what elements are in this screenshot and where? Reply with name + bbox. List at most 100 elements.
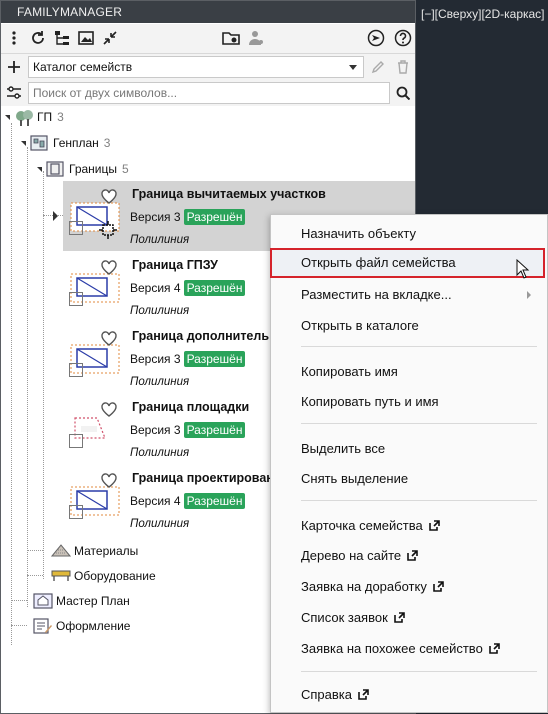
external-link-icon [428,520,440,531]
menu-item-open-family-file[interactable]: Открыть файл семейства [270,248,545,278]
chevron-down-icon [349,65,357,70]
search-input[interactable]: Поиск от двух символов... [28,82,390,104]
favorite-heart-icon[interactable] [101,189,117,204]
tree-node-label: Мастер План [56,594,130,608]
menu-item-label: Выделить все [301,441,386,456]
family-type: Полилиния [130,305,190,317]
family-manager-panel: FAMILYMANAGER Каталог семейств Поиск от … [0,0,548,714]
menu-item-request-list[interactable]: Список заявок [271,603,547,631]
favorite-heart-icon[interactable] [101,402,117,417]
menu-item-deselect[interactable]: Снять выделение [271,464,547,492]
family-type: Полилиния [130,518,190,530]
menu-item-label: Копировать имя [301,364,398,379]
menu-item-label: Открыть файл семейства [301,255,456,270]
catalog-select[interactable]: Каталог семейств [28,56,364,78]
tree-node-genplan[interactable]: Генплан 3 [21,133,110,153]
more-vertical-icon[interactable] [5,29,23,47]
tree-node-borders[interactable]: Границы 5 [37,159,129,179]
status-badge: Разрешён [183,493,246,509]
refresh-icon[interactable] [29,29,47,47]
plus-icon[interactable] [5,58,23,76]
tree-node-design[interactable]: Оформление [33,616,130,636]
image-icon[interactable] [77,29,95,47]
tree-node-equipment[interactable]: Оборудование [51,566,156,586]
favorite-heart-icon[interactable] [101,473,117,488]
external-link-icon [358,689,369,700]
tree-node-master-plan[interactable]: Мастер План [33,591,130,611]
menu-item-label: Справка [301,687,352,702]
version-label: Версия 4 [130,494,181,508]
external-link-icon [393,612,405,623]
menu-item-tree-on-site[interactable]: Дерево на сайте [271,541,547,569]
menu-item-help[interactable]: Справка [271,680,547,708]
trash-icon[interactable] [394,58,412,76]
select-checkbox[interactable] [69,221,83,235]
tree-node-label: Оборудование [74,569,156,583]
version-label: Версия 3 [130,210,181,224]
menu-item-label: Список заявок [301,610,388,625]
menu-separator [301,500,537,501]
tree-node-materials[interactable]: Материалы [50,541,138,561]
menu-item-improvement-request[interactable]: Заявка на доработку [271,572,547,600]
submenu-arrow-icon [527,291,531,299]
tree-node-label: ГП [37,110,53,124]
search-icon[interactable] [394,84,412,102]
family-version: Версия 4 Разрешён [130,493,246,509]
select-checkbox[interactable] [69,505,83,519]
tree-structure-icon[interactable] [53,29,71,47]
menu-item-open-in-catalog[interactable]: Открыть в каталоге [271,311,547,339]
collapsed-arrow-icon[interactable] [53,211,58,221]
tree-node-label: Оформление [56,619,131,633]
menu-item-copy-path-name[interactable]: Копировать путь и имя [271,387,547,415]
help-icon[interactable] [394,29,412,47]
expanded-icon[interactable] [21,140,26,146]
menu-item-assign-object[interactable]: Назначить объекту [271,219,547,247]
version-label: Версия 3 [130,423,181,437]
tree-node-count: 3 [103,136,111,150]
edit-icon[interactable] [369,58,387,76]
filter-sliders-icon[interactable] [5,84,23,102]
select-checkbox[interactable] [69,363,83,377]
materials-icon [50,543,72,559]
context-menu: Назначить объекту Открыть файл семейства… [270,214,548,713]
borders-icon [46,161,64,177]
menu-item-select-all[interactable]: Выделить все [271,434,547,462]
menu-item-label: Дерево на сайте [301,548,402,563]
version-label: Версия 3 [130,352,181,366]
collapse-icon[interactable] [101,29,119,47]
design-icon [33,618,52,634]
menu-item-place-on-tab[interactable]: Разместить на вкладке... [271,280,547,308]
favorite-heart-icon[interactable] [101,331,117,346]
select-checkbox[interactable] [69,292,83,306]
search-row: Поиск от двух символов... [1,80,415,106]
menu-item-label: Разместить на вкладке... [301,287,452,302]
external-link-icon [407,550,418,561]
family-type: Полилиния [130,447,190,459]
status-badge: Разрешён [183,351,246,367]
menu-item-copy-name[interactable]: Копировать имя [271,357,547,385]
favorite-heart-icon[interactable] [101,260,117,275]
external-link-icon [433,581,444,592]
menu-item-similar-family-request[interactable]: Заявка на похожее семейство [271,634,547,662]
menu-item-label: Назначить объекту [301,226,416,241]
viewport-controls-label[interactable]: [−][Сверху][2D-каркас] [421,7,545,21]
menu-item-label: Заявка на доработку [301,579,427,594]
send-icon[interactable] [367,29,385,47]
family-name: Граница вычитаемых участков [132,187,326,201]
expanded-icon[interactable] [37,166,42,172]
mouse-cursor-icon [516,259,530,279]
tree-node-label: Границы [69,162,117,176]
user-settings-icon[interactable] [247,29,265,47]
folder-settings-icon[interactable] [222,29,240,47]
select-checkbox[interactable] [69,434,83,448]
menu-item-family-card[interactable]: Карточка семейства [271,511,547,539]
menu-item-label: Открыть в каталоге [301,318,419,333]
catalog-select-value: Каталог семейств [33,60,133,74]
main-toolbar [1,24,415,54]
tree-node-gp[interactable]: ГП 3 [5,107,64,127]
search-placeholder: Поиск от двух символов... [33,86,178,100]
status-badge: Разрешён [183,209,246,225]
menu-item-label: Заявка на похожее семейство [301,641,483,656]
expanded-icon[interactable] [5,114,10,120]
family-version: Версия 3 Разрешён [130,422,246,438]
